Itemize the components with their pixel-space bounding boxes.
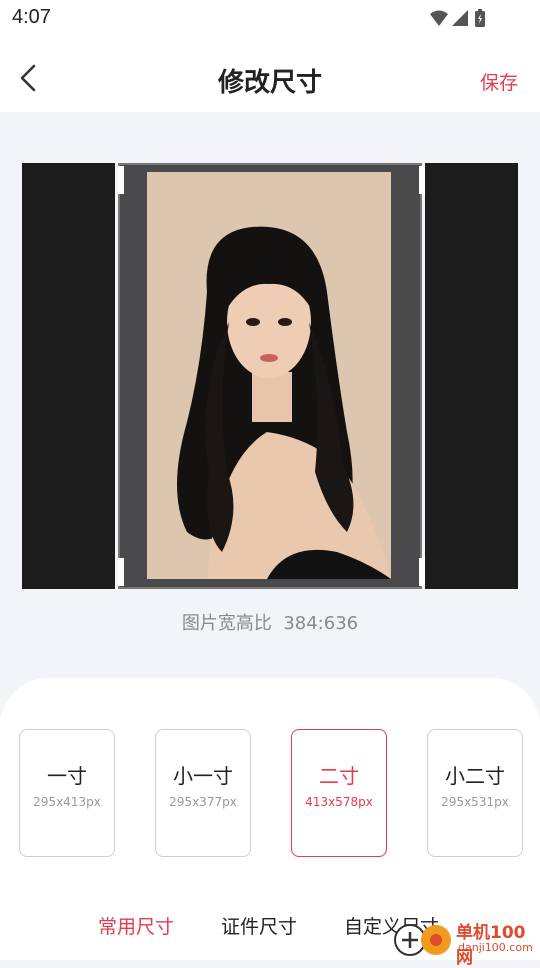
crop-border: [118, 163, 422, 589]
crop-handle-bottom-left[interactable]: [118, 558, 124, 586]
watermark-url: danji100.com: [458, 941, 533, 954]
page-title: 修改尺寸: [217, 68, 322, 98]
status-icons: [430, 9, 485, 27]
status-time: 4:07: [12, 6, 51, 28]
save-button[interactable]: 保存: [480, 68, 518, 95]
crop-mask-left: [22, 163, 115, 589]
aspect-ratio-label: 图片宽高比: [181, 613, 272, 634]
site-watermark: 单机100网 danji100.com: [392, 912, 540, 968]
size-option-pixels: 295x531px: [441, 795, 509, 809]
tab-common-sizes[interactable]: 常用尺寸: [98, 912, 174, 939]
crop-handle-bottom-right[interactable]: [419, 558, 425, 586]
size-option-pixels: 295x413px: [33, 795, 101, 809]
size-option-name: 二寸: [319, 764, 359, 788]
watermark-logo-icon: [394, 924, 451, 956]
size-option-name: 小二寸: [445, 764, 505, 788]
crop-mask-right: [425, 163, 518, 589]
aspect-ratio-value: 384:636: [283, 613, 359, 634]
nav-bar: 修改尺寸 保存: [0, 40, 540, 112]
crop-frame[interactable]: [118, 163, 422, 589]
status-bar: 4:07: [0, 0, 540, 40]
signal-icon: [452, 10, 468, 26]
size-option-name: 小一寸: [173, 764, 233, 788]
size-option-pixels: 413x578px: [305, 795, 373, 809]
size-option-pixels: 295x377px: [169, 795, 237, 809]
crop-handle-top-left[interactable]: [118, 166, 124, 194]
crop-editor: [22, 163, 518, 589]
size-option-2[interactable]: 小一寸 295x377px: [155, 729, 251, 857]
aspect-ratio-text: 图片宽高比 384:636: [0, 609, 540, 635]
size-option-3[interactable]: 二寸 413x578px: [291, 729, 387, 857]
size-option-4[interactable]: 小二寸 295x531px: [427, 729, 523, 857]
tab-id-sizes[interactable]: 证件尺寸: [221, 912, 297, 939]
size-option-1[interactable]: 一寸 295x413px: [19, 729, 115, 857]
wifi-icon: [430, 10, 448, 26]
size-option-name: 一寸: [47, 764, 87, 788]
crop-handle-top-right[interactable]: [419, 166, 425, 194]
